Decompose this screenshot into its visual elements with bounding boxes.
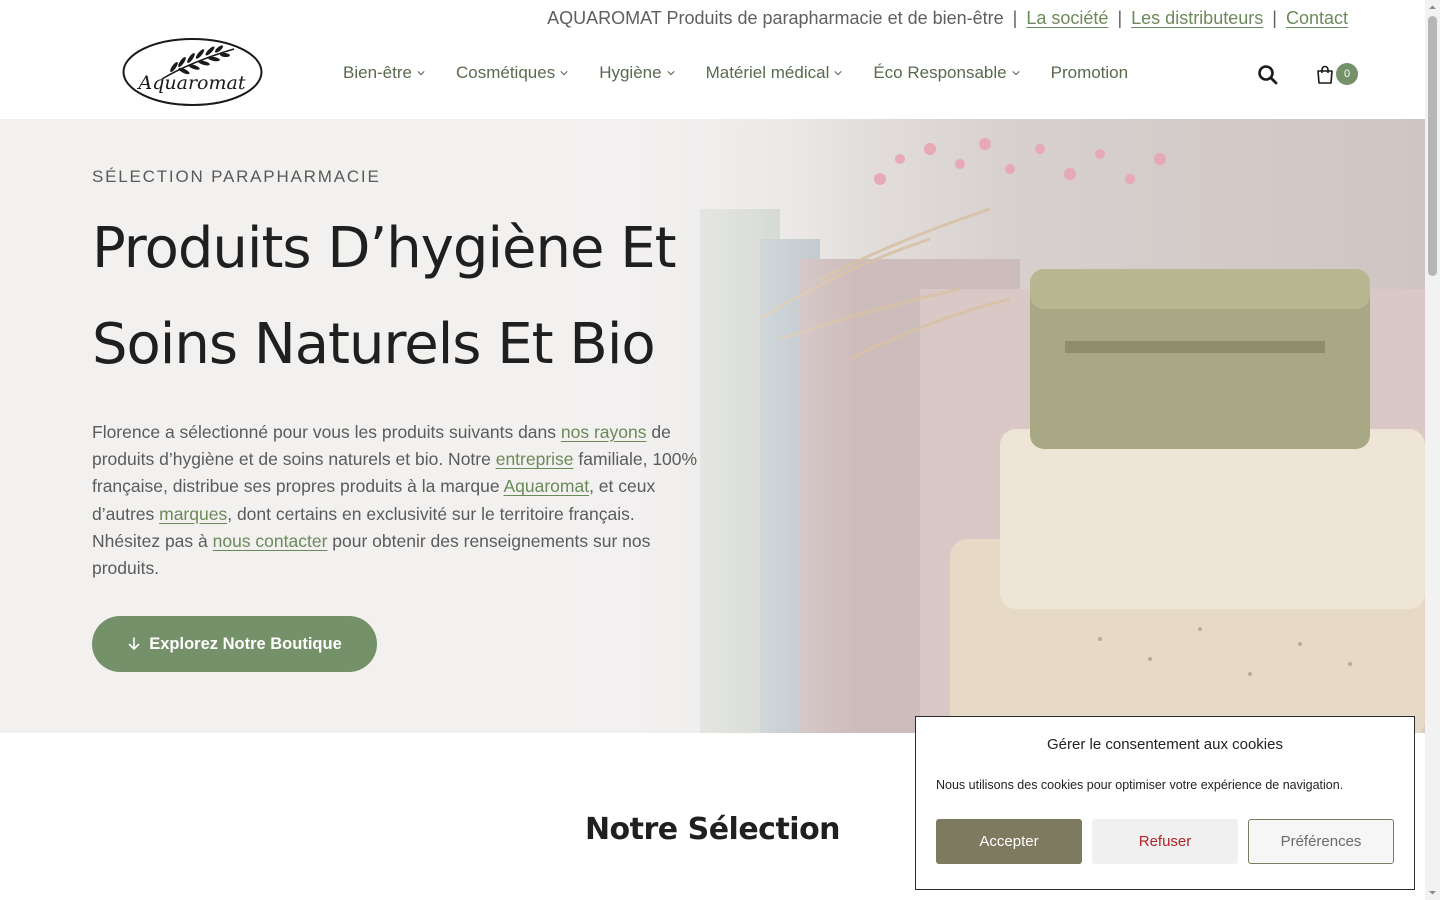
top-bar-separator: | xyxy=(1012,8,1018,28)
top-bar-content: AQUAROMAT Produits de parapharmacie et d… xyxy=(547,8,1348,29)
link-les-distributeurs[interactable]: Les distributeurs xyxy=(1131,8,1263,28)
hero-section: SÉLECTION PARAPHARMACIE Produits D’hygiè… xyxy=(0,119,1425,733)
link-nous-contacter[interactable]: nous contacter xyxy=(213,531,328,551)
logo-graphic: Aquaromat xyxy=(122,38,263,106)
hero-title: Produits D’hygiène Et Soins Naturels Et … xyxy=(92,201,732,393)
cookie-title: Gérer le consentement aux cookies xyxy=(1047,736,1283,753)
link-contact[interactable]: Contact xyxy=(1286,8,1348,28)
scrollbar-thumb[interactable] xyxy=(1428,16,1437,276)
chevron-down-icon xyxy=(834,71,842,76)
nav-eco-responsable[interactable]: Éco Responsable xyxy=(873,63,1020,83)
logo-text: Aquaromat xyxy=(137,72,246,94)
cookie-buttons: Accepter Refuser Préférences xyxy=(936,819,1394,864)
top-bar-intro: AQUAROMAT Produits de parapharmacie et d… xyxy=(547,8,1004,28)
top-bar-separator: | xyxy=(1272,8,1277,28)
nav-label: Promotion xyxy=(1050,63,1129,82)
hero-title-line-2: Soins Naturels Et Bio xyxy=(92,312,656,377)
nav-label: Éco Responsable xyxy=(873,63,1007,82)
link-entreprise[interactable]: entreprise xyxy=(496,449,574,469)
nav-label: Hygiène xyxy=(599,63,662,82)
cookie-consent-banner: Gérer le consentement aux cookies Nous u… xyxy=(915,716,1415,890)
search-button[interactable] xyxy=(1256,63,1280,87)
nav-label: Matériel médical xyxy=(705,63,830,82)
hero-title-line-1: Produits D’hygiène Et xyxy=(92,216,677,281)
cookie-accept-button[interactable]: Accepter xyxy=(936,819,1082,864)
nav-cosmetiques[interactable]: Cosmétiques xyxy=(456,63,568,83)
link-marques[interactable]: marques xyxy=(159,504,227,524)
nav-bien-etre[interactable]: Bien-être xyxy=(343,63,425,83)
cookie-refuse-button[interactable]: Refuser xyxy=(1092,819,1238,864)
hero-text-part: Florence a sélectionné pour vous les pro… xyxy=(92,422,561,442)
link-aquaromat[interactable]: Aquaromat xyxy=(503,476,589,496)
main-nav: Bien-être Cosmétiques Hygiène Matériel m… xyxy=(343,63,1159,83)
cookie-text: Nous utilisons des cookies pour optimise… xyxy=(936,778,1344,792)
cookie-preferences-button[interactable]: Préférences xyxy=(1248,819,1394,864)
link-nos-rayons[interactable]: nos rayons xyxy=(561,422,647,442)
aquaromat-logo[interactable]: Aquaromat xyxy=(122,37,263,107)
search-icon xyxy=(1258,65,1278,85)
scroll-up-arrow-icon[interactable] xyxy=(1428,3,1437,12)
page-scrollbar[interactable] xyxy=(1425,0,1440,900)
explore-shop-button[interactable]: Explorez Notre Boutique xyxy=(92,616,377,672)
hero-eyebrow: SÉLECTION PARAPHARMACIE xyxy=(92,167,381,186)
nav-hygiene[interactable]: Hygiène xyxy=(599,63,675,83)
chevron-down-icon xyxy=(1012,71,1020,76)
top-bar-separator: | xyxy=(1117,8,1123,28)
scroll-down-arrow-icon[interactable] xyxy=(1428,888,1437,897)
nav-label: Bien-être xyxy=(343,63,412,82)
nav-promotion[interactable]: Promotion xyxy=(1051,63,1128,83)
nav-label: Cosmétiques xyxy=(455,63,556,82)
site-header: Aquaromat Bien-être Cosmétiques Hygiène … xyxy=(0,28,1425,118)
chevron-down-icon xyxy=(666,71,675,76)
chevron-down-icon xyxy=(417,71,425,76)
arrow-down-icon xyxy=(128,637,140,651)
cart-button[interactable]: 0 xyxy=(1314,62,1360,88)
shopping-bag-icon xyxy=(1317,65,1333,84)
chevron-down-icon xyxy=(560,71,568,76)
link-la-societe[interactable]: La société xyxy=(1026,8,1108,28)
nav-materiel-medical[interactable]: Matériel médical xyxy=(706,63,843,83)
cart-count-badge: 0 xyxy=(1336,63,1358,85)
hero-description: Florence a sélectionné pour vous les pro… xyxy=(92,419,702,582)
explore-shop-label: Explorez Notre Boutique xyxy=(149,634,342,653)
